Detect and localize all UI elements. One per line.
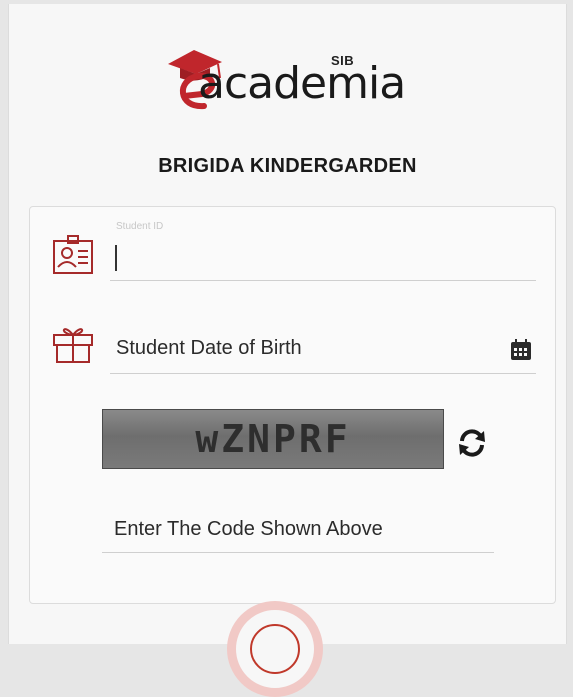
student-id-input[interactable] — [110, 237, 536, 281]
sib-academia-logo: SIB academia — [164, 44, 424, 119]
captcha-code: wZNPRF — [195, 417, 351, 461]
school-name: BRIGIDA KINDERGARDEN — [158, 155, 417, 177]
student-id-label: Student ID — [116, 221, 164, 232]
id-card-icon — [50, 233, 96, 279]
refresh-icon[interactable] — [454, 425, 490, 466]
login-screen: SIB academia BRIGIDA KINDERGARDEN Studen… — [8, 4, 567, 697]
dob-input[interactable]: Student Date of Birth — [110, 327, 536, 374]
text-caret — [115, 245, 117, 271]
logo-wordmark: academia — [198, 58, 406, 109]
submit-icon — [250, 624, 300, 674]
calendar-icon[interactable] — [510, 339, 532, 366]
dob-placeholder: Student Date of Birth — [116, 337, 302, 359]
submit-button[interactable] — [227, 601, 323, 697]
captcha-code-input[interactable] — [102, 507, 494, 553]
login-form-card: Student ID Student Date of Birth wZNPRF … — [29, 206, 556, 604]
captcha-image: wZNPRF — [102, 409, 444, 469]
gift-icon — [50, 319, 96, 365]
